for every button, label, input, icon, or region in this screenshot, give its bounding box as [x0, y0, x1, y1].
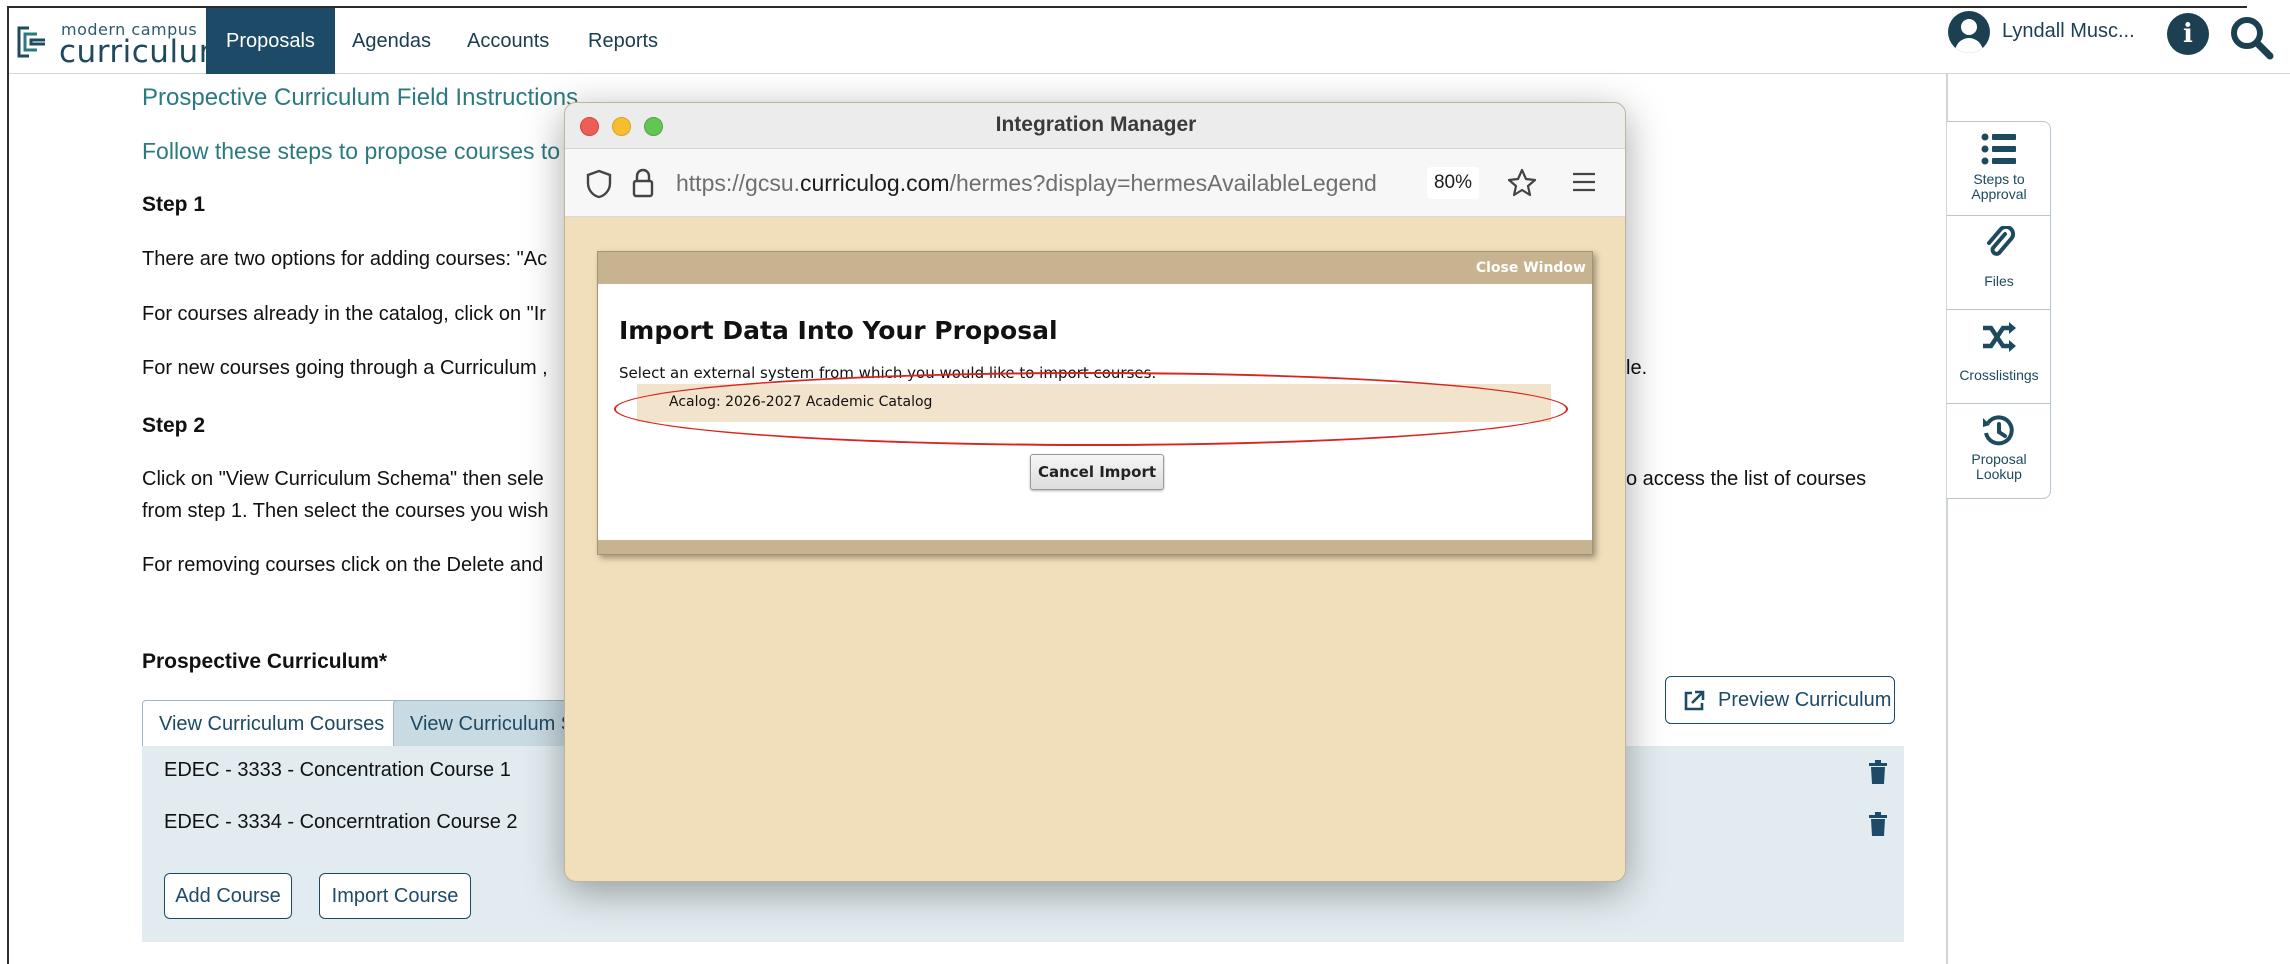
bookmark-star-icon[interactable]	[1507, 168, 1537, 198]
preview-curriculum-button[interactable]: Preview Curriculum	[1665, 676, 1895, 724]
shield-icon[interactable]	[585, 169, 613, 199]
external-link-icon	[1684, 690, 1705, 711]
right-sidebar: Steps to Approval Files Crosslistings Pr…	[1947, 121, 2051, 499]
integration-manager-window: Integration Manager https://gcsu.curricu…	[564, 102, 1626, 882]
step1-text-1: There are two options for adding courses…	[142, 248, 548, 270]
import-course-button[interactable]: Import Course	[319, 873, 471, 919]
history-icon	[1983, 415, 2014, 446]
dialog-title: Import Data Into Your Proposal	[619, 316, 1058, 345]
info-icon[interactable]: i	[2167, 13, 2209, 55]
nav-reports[interactable]: Reports	[588, 8, 658, 74]
top-nav: modern campus curriculum Proposals Agend…	[9, 8, 2290, 74]
step1-heading: Step 1	[142, 193, 206, 216]
tab-view-curriculum-courses[interactable]: View Curriculum Courses	[142, 700, 402, 748]
user-name[interactable]: Lyndall Musc...	[2002, 20, 2135, 43]
step2-text-1b: from step 1. Then select the courses you…	[142, 500, 549, 522]
nav-agendas[interactable]: Agendas	[352, 8, 431, 74]
sidebar-item-steps-to-approval[interactable]: Steps to Approval	[1947, 122, 2051, 216]
list-icon	[1981, 133, 2016, 165]
step2-text-1a: Click on "View Curriculum Schema" then s…	[142, 468, 544, 490]
step2-heading: Step 2	[142, 414, 206, 437]
step1-text-2: For courses already in the catalog, clic…	[142, 303, 546, 325]
import-dialog: Close Window Import Data Into Your Propo…	[597, 251, 1593, 555]
logo-big-text: curriculum	[59, 34, 230, 70]
search-icon[interactable]	[2228, 14, 2274, 60]
zoom-level[interactable]: 80%	[1427, 167, 1479, 199]
sidebar-label: Crosslistings	[1959, 367, 2039, 383]
add-course-button[interactable]: Add Course	[164, 873, 292, 919]
page-title: Prospective Curriculum Field Instruction…	[142, 84, 579, 111]
url-bar[interactable]: https://gcsu.curriculog.com/hermes?displ…	[565, 149, 1625, 217]
shuffle-icon	[1983, 322, 2016, 352]
tab-view-curriculum-schema[interactable]: View Curriculum Sc	[393, 700, 573, 748]
logo-mark-icon	[17, 26, 45, 58]
curriculum-heading: Prospective Curriculum*	[142, 650, 388, 673]
lock-icon[interactable]	[631, 167, 655, 199]
highlight-annotation	[614, 372, 1568, 446]
step1-text-3-tail: le.	[1626, 357, 1648, 379]
step2-text-2: For removing courses click on the Delete…	[142, 554, 544, 576]
window-titlebar[interactable]: Integration Manager	[565, 103, 1625, 149]
sidebar-item-crosslistings[interactable]: Crosslistings	[1947, 310, 2051, 404]
course-row: EDEC - 3333 - Concentration Course 1	[164, 759, 511, 781]
dialog-header: Close Window	[598, 252, 1592, 284]
trash-icon[interactable]	[1868, 812, 1888, 836]
user-avatar-icon[interactable]	[1948, 11, 1990, 53]
step1-text-3: For new courses going through a Curricul…	[142, 357, 548, 379]
sidebar-item-proposal-lookup[interactable]: Proposal Lookup	[1947, 404, 2051, 498]
sidebar-label: Files	[1984, 273, 2014, 289]
dialog-footer	[598, 540, 1592, 554]
brand-logo[interactable]: modern campus curriculum	[15, 18, 229, 70]
nav-proposals[interactable]: Proposals	[206, 8, 335, 74]
step2-text-1-tail: o access the list of courses	[1626, 468, 1867, 490]
page-subtitle: Follow these steps to propose courses to…	[142, 138, 573, 164]
cancel-import-button[interactable]: Cancel Import	[1030, 454, 1164, 490]
menu-icon[interactable]	[1571, 171, 1597, 193]
trash-icon[interactable]	[1868, 760, 1888, 784]
course-row: EDEC - 3334 - Concerntration Course 2	[164, 811, 518, 833]
window-title: Integration Manager	[995, 113, 1197, 136]
preview-curriculum-label: Preview Curriculum	[1718, 689, 1892, 711]
paperclip-icon	[1987, 226, 2016, 256]
nav-accounts[interactable]: Accounts	[467, 8, 549, 74]
close-window-link[interactable]: Close Window	[1476, 260, 1586, 276]
sidebar-label: Steps to Approval	[1971, 171, 2027, 202]
sidebar-label: Proposal Lookup	[1971, 451, 2027, 482]
url-text[interactable]: https://gcsu.curriculog.com/hermes?displ…	[676, 170, 1377, 197]
sidebar-item-files[interactable]: Files	[1947, 216, 2051, 310]
